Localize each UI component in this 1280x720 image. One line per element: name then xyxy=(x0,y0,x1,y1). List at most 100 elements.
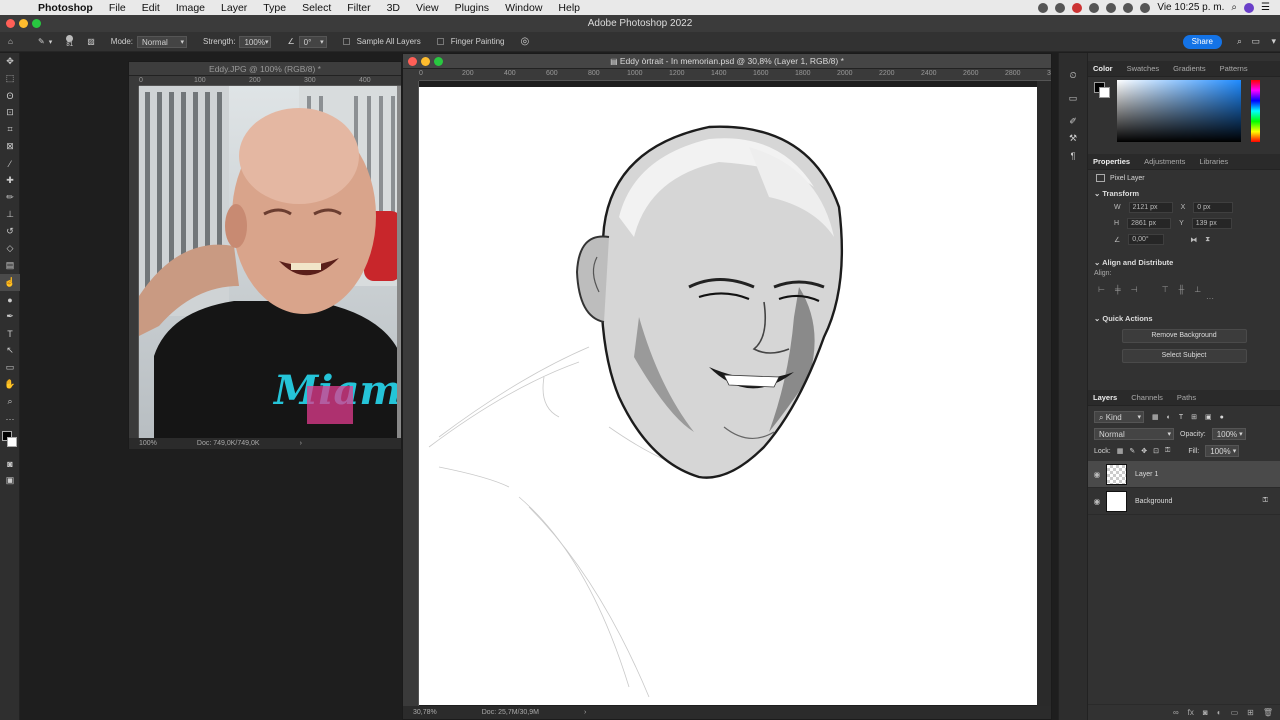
strength-input[interactable]: 100% xyxy=(239,35,272,48)
reference-zoom[interactable]: 100% xyxy=(139,440,157,447)
visibility-eye-icon[interactable]: ◉ xyxy=(1088,497,1106,506)
zoom-tool-icon[interactable]: ⌕ xyxy=(0,393,20,410)
filter-type-icon[interactable]: T xyxy=(1179,414,1183,421)
main-vertical-ruler[interactable] xyxy=(403,81,419,708)
close-doc-button[interactable] xyxy=(408,57,417,66)
pressure-icon[interactable]: ◎ xyxy=(513,36,538,47)
new-group-icon[interactable]: ▭ xyxy=(1231,708,1239,717)
align-bottom-icon[interactable]: ⊥ xyxy=(1194,285,1201,294)
angle-input[interactable]: 0,00° xyxy=(1128,234,1165,245)
flip-horizontal-icon[interactable]: ⧓ xyxy=(1190,236,1197,244)
status-icon[interactable] xyxy=(1038,2,1049,13)
align-left-icon[interactable]: ⊢ xyxy=(1098,285,1105,294)
lock-transparent-icon[interactable]: ▦ xyxy=(1117,447,1124,455)
height-input[interactable]: 2861 px xyxy=(1127,218,1172,229)
tab-libraries[interactable]: Libraries xyxy=(1199,157,1228,166)
tab-properties[interactable]: Properties xyxy=(1093,157,1130,166)
y-input[interactable]: 139 px xyxy=(1191,218,1232,229)
canvas-area[interactable] xyxy=(419,81,1051,708)
align-top-icon[interactable]: ⊤ xyxy=(1162,285,1169,294)
chevron-right-icon[interactable]: › xyxy=(584,709,586,716)
home-icon[interactable]: ⌂ xyxy=(0,37,30,46)
zoom-doc-button[interactable] xyxy=(434,57,443,66)
wifi-icon[interactable] xyxy=(1123,2,1134,13)
vertical-scrollbar[interactable] xyxy=(1037,81,1051,708)
screen-mode-icon[interactable]: ▣ xyxy=(0,472,20,489)
eraser-tool-icon[interactable]: ◇ xyxy=(0,240,20,257)
main-zoom[interactable]: 30,78% xyxy=(413,709,437,716)
filter-toggle-icon[interactable]: ● xyxy=(1220,414,1224,421)
checkbox[interactable] xyxy=(342,38,350,45)
layer-row-layer-1[interactable]: ◉ Layer 1 xyxy=(1088,461,1280,488)
main-horizontal-ruler[interactable]: 0 200 400 600 800 1000 1200 1400 1600 18… xyxy=(419,69,1051,81)
menu-image[interactable]: Image xyxy=(168,2,213,14)
search-icon[interactable]: ⌕ xyxy=(1231,2,1237,13)
more-tools-icon[interactable]: ··· xyxy=(0,410,20,427)
pen-tool-icon[interactable]: ✒ xyxy=(0,308,20,325)
mode-select[interactable]: Normal xyxy=(137,35,188,48)
history-brush-tool-icon[interactable]: ↺ xyxy=(0,223,20,240)
menu-filter[interactable]: Filter xyxy=(339,2,378,14)
width-input[interactable]: 2121 px xyxy=(1128,202,1173,213)
close-window-button[interactable] xyxy=(6,19,15,28)
x-input[interactable]: 0 px xyxy=(1193,202,1234,213)
control-center-icon[interactable]: ☰ xyxy=(1261,2,1270,13)
chevron-right-icon[interactable]: › xyxy=(300,440,302,447)
frame-tool-icon[interactable]: ⊠ xyxy=(0,138,20,155)
main-doc-title-bar[interactable]: ▤ Eddy òrtrait - In memorian.psd @ 30,8%… xyxy=(403,54,1051,69)
checkbox[interactable] xyxy=(436,38,444,45)
align-right-icon[interactable]: ⊣ xyxy=(1131,285,1138,294)
history-panel-icon[interactable]: ⏲ xyxy=(1059,67,1087,84)
tab-gradients[interactable]: Gradients xyxy=(1173,64,1206,73)
smudge-tool-preset[interactable]: ✎ ▾ xyxy=(30,37,60,46)
align-section-header[interactable]: ⌄ Align and Distribute xyxy=(1088,255,1280,267)
reference-photo[interactable]: Miami xyxy=(139,86,401,438)
layer-name[interactable]: Layer 1 xyxy=(1135,471,1158,478)
search-icon[interactable]: ⌕ xyxy=(1237,36,1242,47)
tab-layers[interactable]: Layers xyxy=(1093,393,1117,402)
reference-doc-title-bar[interactable]: Eddy.JPG @ 100% (RGB/8) * xyxy=(129,62,401,76)
reference-document-window[interactable]: Eddy.JPG @ 100% (RGB/8) * 0 100 200 300 … xyxy=(128,61,402,449)
menu-help[interactable]: Help xyxy=(550,2,588,14)
select-subject-button[interactable]: Select Subject xyxy=(1121,349,1247,363)
siri-icon[interactable] xyxy=(1244,2,1255,13)
path-select-tool-icon[interactable]: ↖ xyxy=(0,342,20,359)
layer-kind-filter[interactable]: ⌕ Kind xyxy=(1094,411,1144,423)
lock-all-icon[interactable]: ⚿ xyxy=(1165,447,1170,455)
menu-layer[interactable]: Layer xyxy=(213,2,255,14)
align-middle-icon[interactable]: ╫ xyxy=(1179,285,1185,294)
status-icon[interactable] xyxy=(1072,2,1083,13)
minimize-doc-button[interactable] xyxy=(421,57,430,66)
background-color-swatch[interactable] xyxy=(7,437,17,447)
opacity-input[interactable]: 100% xyxy=(1211,428,1246,440)
hand-tool-icon[interactable]: ✋ xyxy=(0,376,20,393)
menu-window[interactable]: Window xyxy=(497,2,550,14)
link-layers-icon[interactable]: ∞ xyxy=(1173,708,1179,717)
color-swatches[interactable] xyxy=(0,427,20,455)
menu-edit[interactable]: Edit xyxy=(134,2,168,14)
crop-tool-icon[interactable]: ⌗ xyxy=(0,121,20,138)
marquee-tool-icon[interactable]: ⬚ xyxy=(0,70,20,87)
status-icon[interactable] xyxy=(1089,2,1100,13)
clock[interactable]: Vie 10:25 p. m. xyxy=(1157,2,1224,13)
background-color-swatch[interactable] xyxy=(1099,87,1110,98)
lock-artboard-icon[interactable]: ⊡ xyxy=(1153,447,1159,455)
type-tool-icon[interactable]: T xyxy=(0,325,20,342)
share-button[interactable]: Share xyxy=(1182,35,1222,49)
object-select-tool-icon[interactable]: ⊡ xyxy=(0,104,20,121)
menu-file[interactable]: File xyxy=(101,2,134,14)
new-layer-icon[interactable]: ⊞ xyxy=(1247,708,1254,717)
fill-input[interactable]: 100% xyxy=(1205,445,1240,457)
drawing-canvas[interactable] xyxy=(419,87,1037,705)
lock-position-icon[interactable]: ✥ xyxy=(1141,447,1147,455)
lock-image-icon[interactable]: ✎ xyxy=(1129,447,1135,455)
menu-plugins[interactable]: Plugins xyxy=(447,2,497,14)
layer-row-background[interactable]: ◉ Background ⚿ xyxy=(1088,488,1280,515)
main-document-window[interactable]: ▤ Eddy òrtrait - In memorian.psd @ 30,8%… xyxy=(402,53,1052,720)
volume-icon[interactable] xyxy=(1140,2,1151,13)
rectangle-tool-icon[interactable]: ▭ xyxy=(0,359,20,376)
angle-input[interactable]: 0° xyxy=(298,35,327,48)
smudge-tool-icon[interactable]: ☝ xyxy=(0,274,20,291)
tab-swatches[interactable]: Swatches xyxy=(1127,64,1160,73)
dodge-tool-icon[interactable]: ● xyxy=(0,291,20,308)
